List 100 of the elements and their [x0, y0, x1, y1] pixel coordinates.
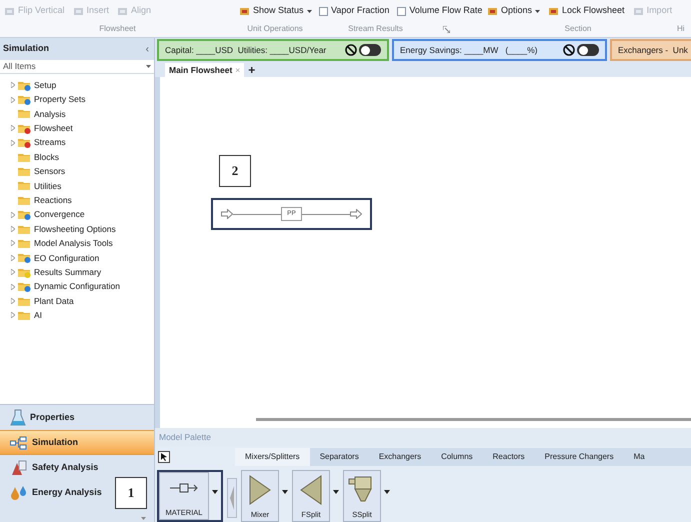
ribbon-button[interactable]: Options: [487, 4, 540, 18]
group-label: Hi: [677, 23, 685, 35]
ribbon-icon: [487, 6, 498, 16]
tree-item[interactable]: EO Configuration: [0, 250, 154, 266]
tree-item[interactable]: Dynamic Configuration: [0, 279, 154, 294]
tree-item[interactable]: Analysis: [0, 106, 154, 122]
bar-text: Capital: ____USD Utilities: ____USD/Year: [165, 44, 326, 56]
expand-icon[interactable]: [10, 298, 14, 304]
palette-tab[interactable]: Separators: [310, 448, 369, 466]
folder-badge-icon: [18, 80, 31, 91]
scroll-left-icon[interactable]: [227, 478, 237, 518]
expand-icon[interactable]: [10, 96, 14, 103]
folder-badge-icon: [18, 209, 31, 220]
folder-badge-icon: [18, 281, 31, 292]
expand-icon[interactable]: [10, 284, 14, 290]
nav-button[interactable]: Properties: [0, 405, 154, 430]
caret-icon[interactable]: [212, 490, 218, 494]
bar-text: Exchangers - Unk: [618, 44, 688, 56]
tree-label: Results Summary: [34, 266, 102, 279]
checkbox-label: Volume Flow Rate: [409, 4, 482, 18]
group-label: Unit Operations: [247, 23, 303, 35]
ribbon-checkbox[interactable]: Vapor Fraction: [319, 4, 390, 18]
ribbon-checkbox[interactable]: Volume Flow Rate: [397, 4, 482, 18]
checkbox[interactable]: [397, 6, 406, 16]
folder-icon: [18, 166, 31, 178]
caret-icon[interactable]: [282, 490, 288, 494]
group-label: Section: [564, 23, 592, 35]
expand-icon[interactable]: [10, 240, 14, 246]
triangle-icon: [300, 475, 322, 505]
tree-item[interactable]: Model Analysis Tools: [0, 236, 154, 251]
expand-icon[interactable]: [10, 269, 14, 276]
toggle-switch[interactable]: [577, 44, 599, 56]
tree-item[interactable]: Blocks: [0, 150, 154, 164]
caret-icon[interactable]: [333, 490, 339, 494]
checkbox-label: Vapor Fraction: [331, 4, 390, 18]
toggle-switch[interactable]: [359, 44, 381, 56]
expand-icon[interactable]: [10, 212, 14, 218]
ribbon-icon: [117, 6, 128, 16]
tree-label: Blocks: [34, 150, 60, 164]
caret-icon[interactable]: [384, 490, 390, 494]
ribbon-button[interactable]: Lock Flowsheet: [548, 4, 625, 18]
palette-tab[interactable]: Mixers/Splitters: [235, 448, 310, 466]
expand-icon[interactable]: [10, 226, 14, 232]
tree-label: AI: [34, 309, 42, 322]
tree-label: Reactions: [34, 194, 72, 207]
expand-icon[interactable]: [10, 82, 14, 88]
tree-item[interactable]: Sensors: [0, 164, 154, 179]
tree-label: Analysis: [34, 108, 66, 120]
palette-tab[interactable]: Exchangers: [368, 448, 432, 466]
expand-icon[interactable]: [10, 125, 14, 132]
chevron-icon[interactable]: [141, 517, 146, 520]
folder-icon: [18, 310, 31, 321]
palette-tab[interactable]: Pressure Changers: [534, 448, 624, 466]
palette-tab[interactable]: Columns: [431, 448, 483, 466]
ribbon-icon: [548, 6, 560, 16]
expand-icon[interactable]: [10, 254, 14, 261]
tree-label: Plant Data: [34, 294, 74, 308]
folder-badge-icon: [18, 94, 31, 106]
caret-icon: [306, 10, 312, 12]
folder-icon: [18, 224, 31, 235]
pointer-icon[interactable]: [158, 451, 170, 463]
blocks-icon: [10, 436, 28, 450]
folder-icon: [18, 194, 31, 206]
collapse-button[interactable]: ‹: [144, 42, 151, 56]
flowsheet-tab[interactable]: Main Flowsheet ×: [165, 63, 244, 77]
checkbox[interactable]: [319, 6, 328, 16]
launcher-icon[interactable]: [442, 26, 450, 32]
tree-item[interactable]: Flowsheeting Options: [0, 222, 154, 236]
bar-text: Energy Savings: ____MW (____%): [400, 44, 538, 56]
tree-item[interactable]: Reactions: [0, 193, 154, 208]
nav-button[interactable]: Simulation: [0, 430, 154, 455]
annotation-number: 2: [232, 162, 238, 180]
tree-item[interactable]: Results Summary: [0, 265, 154, 280]
palette-tab[interactable]: Reactors: [482, 448, 535, 466]
folder-icon: [18, 152, 31, 163]
tree-item[interactable]: Flowsheet: [0, 121, 154, 136]
tree-item[interactable]: Utilities: [0, 178, 154, 194]
tree-label: Model Analysis Tools: [34, 237, 113, 250]
filter-dropdown[interactable]: All Items: [0, 60, 154, 74]
tree-item[interactable]: Streams: [0, 136, 154, 150]
ribbon-icon: [72, 6, 84, 16]
add-tab-button[interactable]: +: [248, 63, 256, 77]
stream-icon: [170, 483, 198, 493]
folder-badge-icon: [18, 266, 31, 278]
scrollbar[interactable]: [256, 418, 691, 420]
tree-label: Convergence: [34, 208, 85, 222]
nav-button[interactable]: Safety Analysis: [0, 455, 154, 480]
group-label: Stream Results: [348, 23, 403, 35]
expand-icon[interactable]: [10, 140, 14, 146]
tree-item[interactable]: Plant Data: [0, 294, 154, 308]
ribbon-button[interactable]: Show Status: [239, 4, 312, 18]
expand-icon[interactable]: [10, 312, 14, 318]
tree-item[interactable]: AI: [0, 308, 154, 323]
folder-badge-icon: [18, 137, 31, 148]
palette-tab[interactable]: Ma: [624, 448, 655, 466]
tree-item[interactable]: Convergence: [0, 208, 154, 222]
tree-item[interactable]: Property Sets: [0, 92, 154, 107]
tree-label: EO Configuration: [34, 252, 100, 264]
tree-label: Flowsheeting Options: [34, 222, 116, 236]
tree-item[interactable]: Setup: [0, 78, 154, 92]
